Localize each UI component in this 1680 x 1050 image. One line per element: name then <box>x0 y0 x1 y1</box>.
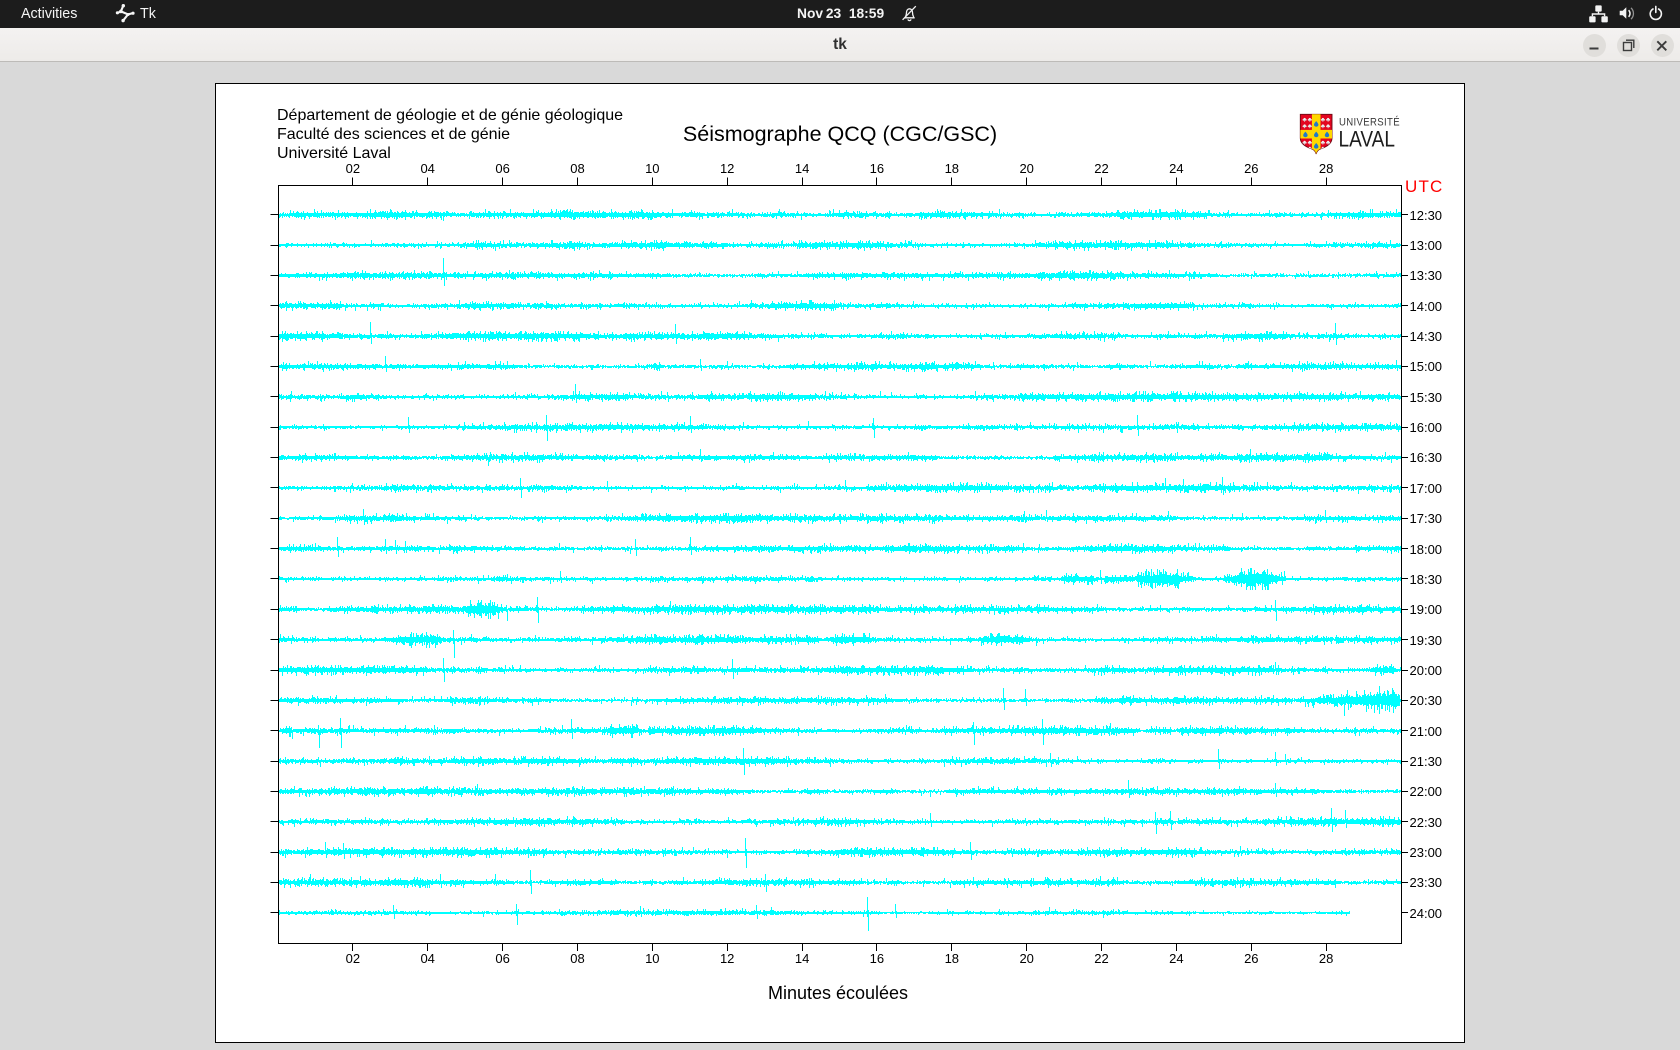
svg-text:LAVAL: LAVAL <box>1339 126 1396 151</box>
